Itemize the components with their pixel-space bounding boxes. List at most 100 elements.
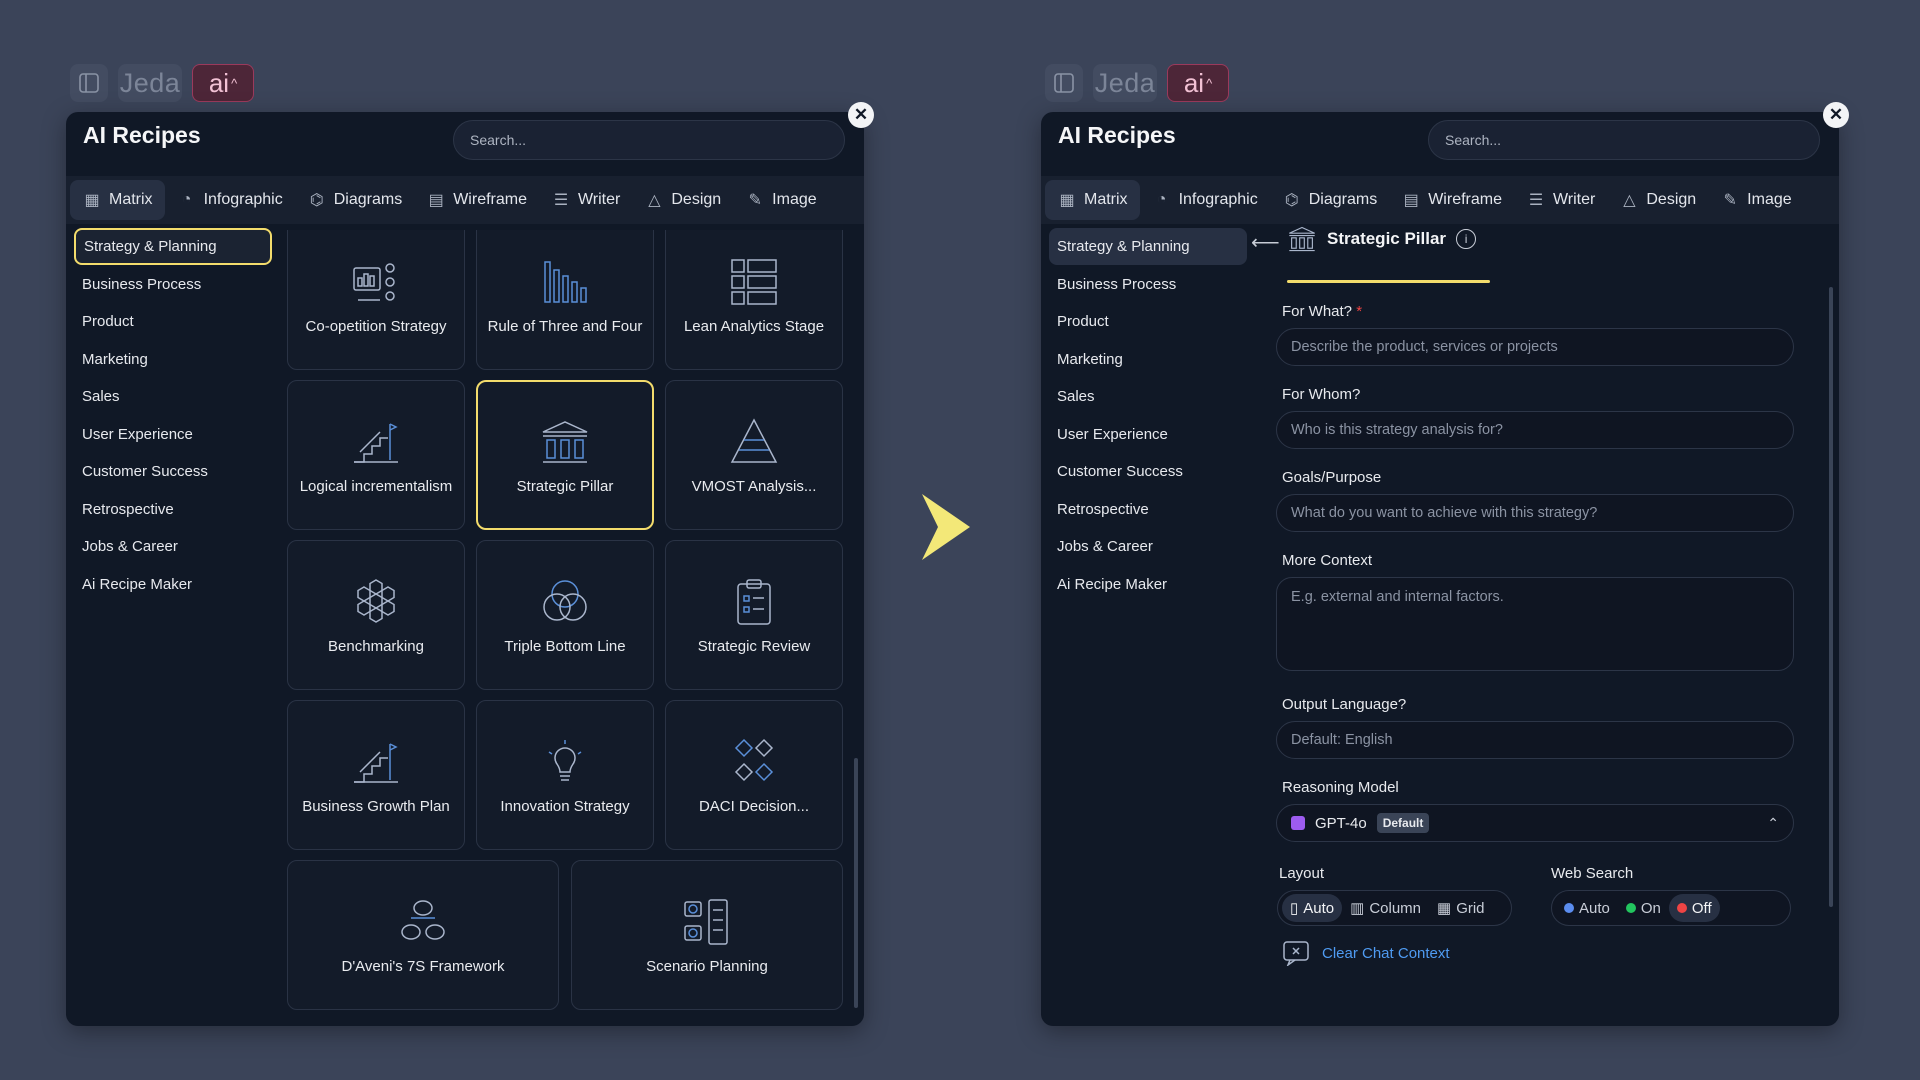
category-item[interactable]: Strategy & Planning	[74, 228, 272, 265]
recipe-card-scenario-planning[interactable]: Scenario Planning	[571, 860, 843, 1010]
tab-label: Writer	[1552, 191, 1596, 208]
recipe-card-daci[interactable]: DACI Decision...	[665, 700, 843, 850]
pillar-icon	[1289, 226, 1315, 252]
recipe-header: Strategic Pillar i	[1287, 222, 1477, 256]
circles-icon	[401, 899, 445, 940]
tab-image[interactable]: ✎ Image	[733, 180, 828, 220]
tab-diagrams[interactable]: ⌬ Diagrams	[1270, 180, 1389, 220]
sidebar-icon	[79, 73, 99, 93]
recipe-card-benchmarking[interactable]: Benchmarking	[287, 540, 465, 690]
web-search-on-option[interactable]: On	[1618, 894, 1669, 922]
category-item[interactable]: Marketing	[1049, 341, 1247, 378]
tab-label: Design	[1646, 191, 1697, 208]
category-item[interactable]: User Experience	[1049, 416, 1247, 453]
recipe-card-lean-analytics[interactable]: Lean Analytics Stage	[665, 230, 843, 370]
tab-matrix[interactable]: ▦ Matrix	[70, 180, 165, 220]
category-item[interactable]: Product	[1049, 303, 1247, 340]
tab-design[interactable]: △ Design	[1607, 180, 1708, 220]
layout-grid-option[interactable]: ▦ Grid	[1429, 894, 1493, 922]
recipe-label: DACI Decision...	[698, 797, 810, 815]
recipe-card-strategic-review[interactable]: Strategic Review	[665, 540, 843, 690]
search-input[interactable]: Search...	[1428, 120, 1820, 160]
context-textarea[interactable]: E.g. external and internal factors.	[1276, 577, 1794, 671]
category-item[interactable]: Retrospective	[1049, 491, 1247, 528]
chevron-up-icon: ^	[1206, 75, 1213, 91]
category-item[interactable]: User Experience	[74, 416, 272, 453]
tab-writer[interactable]: ☰ Writer	[539, 180, 632, 220]
category-item[interactable]: Strategy & Planning	[1049, 228, 1247, 265]
scrollbar[interactable]	[854, 758, 858, 1008]
category-item[interactable]: Product	[74, 303, 272, 340]
layout-auto-option[interactable]: ▯ Auto	[1282, 894, 1343, 922]
tab-label: Wireframe	[453, 191, 527, 208]
option-label: Auto	[1303, 899, 1335, 917]
recipe-label: Business Growth Plan	[302, 797, 450, 815]
recipe-card-innovation[interactable]: Innovation Strategy	[476, 700, 654, 850]
tab-infographic[interactable]: ◔ Infographic	[165, 180, 295, 220]
recipe-card-vmost[interactable]: VMOST Analysis...	[665, 380, 843, 530]
tab-label: Image	[1747, 191, 1792, 208]
tab-design[interactable]: △ Design	[632, 180, 733, 220]
option-label: Off	[1691, 899, 1712, 917]
close-icon[interactable]: ✕	[1823, 102, 1849, 128]
info-icon[interactable]: i	[1456, 229, 1477, 249]
pillar-icon	[542, 420, 588, 463]
tab-wireframe[interactable]: ▤ Wireframe	[414, 180, 539, 220]
recipe-label: Strategic Pillar	[516, 477, 614, 495]
category-item[interactable]: Business Process	[74, 266, 272, 303]
category-item[interactable]: Retrospective	[74, 491, 272, 528]
jeda-logo[interactable]: Jeda	[118, 64, 182, 102]
recipe-card-triple-bottom-line[interactable]: Triple Bottom Line	[476, 540, 654, 690]
tab-image[interactable]: ✎ Image	[1708, 180, 1803, 220]
jeda-logo[interactable]: Jeda	[1093, 64, 1157, 102]
category-item[interactable]: Sales	[1049, 378, 1247, 415]
panel-title: AI Recipes	[83, 122, 201, 148]
option-label: Grid	[1456, 899, 1485, 917]
recipe-card-rule-of-three[interactable]: Rule of Three and Four	[476, 230, 654, 370]
goals-input[interactable]: What do you want to achieve with this st…	[1276, 494, 1794, 532]
language-input[interactable]: Default: English	[1276, 721, 1794, 759]
web-search-toggle: Auto On Off	[1551, 890, 1791, 926]
recipe-card-logical-incrementalism[interactable]: Logical incrementalism	[287, 380, 465, 530]
recipe-card-strategic-pillar[interactable]: Strategic Pillar	[476, 380, 654, 530]
for-what-input[interactable]: Describe the product, services or projec…	[1276, 328, 1794, 366]
lightbulb-icon	[548, 739, 582, 781]
recipe-card-7s-framework[interactable]: D'Aveni's 7S Framework	[287, 860, 559, 1010]
category-item[interactable]: Sales	[74, 378, 272, 415]
category-item[interactable]: Business Process	[1049, 266, 1247, 303]
brush-icon: ✎	[748, 192, 762, 209]
sidebar-toggle-button[interactable]	[1045, 64, 1083, 102]
layout-column-option[interactable]: ▥ Column	[1342, 894, 1429, 922]
required-marker: *	[1356, 303, 1363, 320]
tab-diagrams[interactable]: ⌬ Diagrams	[295, 180, 414, 220]
search-input[interactable]: Search...	[453, 120, 845, 160]
for-whom-input[interactable]: Who is this strategy analysis for?	[1276, 411, 1794, 449]
tab-label: Wireframe	[1428, 191, 1502, 208]
recipe-card-business-growth[interactable]: Business Growth Plan	[287, 700, 465, 850]
ai-menu-button[interactable]: ai ^	[1167, 64, 1229, 102]
web-search-off-option[interactable]: Off	[1668, 894, 1720, 922]
recipe-card-coopetition[interactable]: Co-opetition Strategy	[287, 230, 465, 370]
sidebar-toggle-button[interactable]	[70, 64, 108, 102]
back-arrow-icon[interactable]: ⟵	[1251, 230, 1280, 255]
tab-matrix[interactable]: ▦ Matrix	[1045, 180, 1140, 220]
category-item[interactable]: Customer Success	[1049, 453, 1247, 490]
category-item[interactable]: Jobs & Career	[1049, 528, 1247, 565]
clear-chat-context-button[interactable]: Clear Chat Context	[1282, 940, 1450, 966]
ai-menu-button[interactable]: ai ^	[192, 64, 254, 102]
tab-wireframe[interactable]: ▤ Wireframe	[1389, 180, 1514, 220]
category-item[interactable]: Customer Success	[74, 453, 272, 490]
tab-writer[interactable]: ☰ Writer	[1514, 180, 1607, 220]
category-item[interactable]: Marketing	[74, 341, 272, 378]
web-search-auto-option[interactable]: Auto	[1556, 894, 1618, 922]
tab-infographic[interactable]: ◔ Infographic	[1140, 180, 1270, 220]
field-label-for-what: For What? *	[1282, 303, 1362, 320]
scrollbar[interactable]	[1829, 287, 1833, 907]
reasoning-model-select[interactable]: GPT-4o Default ⌃	[1276, 804, 1794, 842]
category-item[interactable]: Jobs & Career	[74, 528, 272, 565]
category-item[interactable]: Ai Recipe Maker	[1049, 566, 1247, 603]
category-item[interactable]: Ai Recipe Maker	[74, 566, 272, 603]
tab-label: Diagrams	[1308, 191, 1378, 208]
layout-toggle: ▯ Auto ▥ Column ▦ Grid	[1277, 890, 1512, 926]
close-icon[interactable]: ✕	[848, 102, 874, 128]
